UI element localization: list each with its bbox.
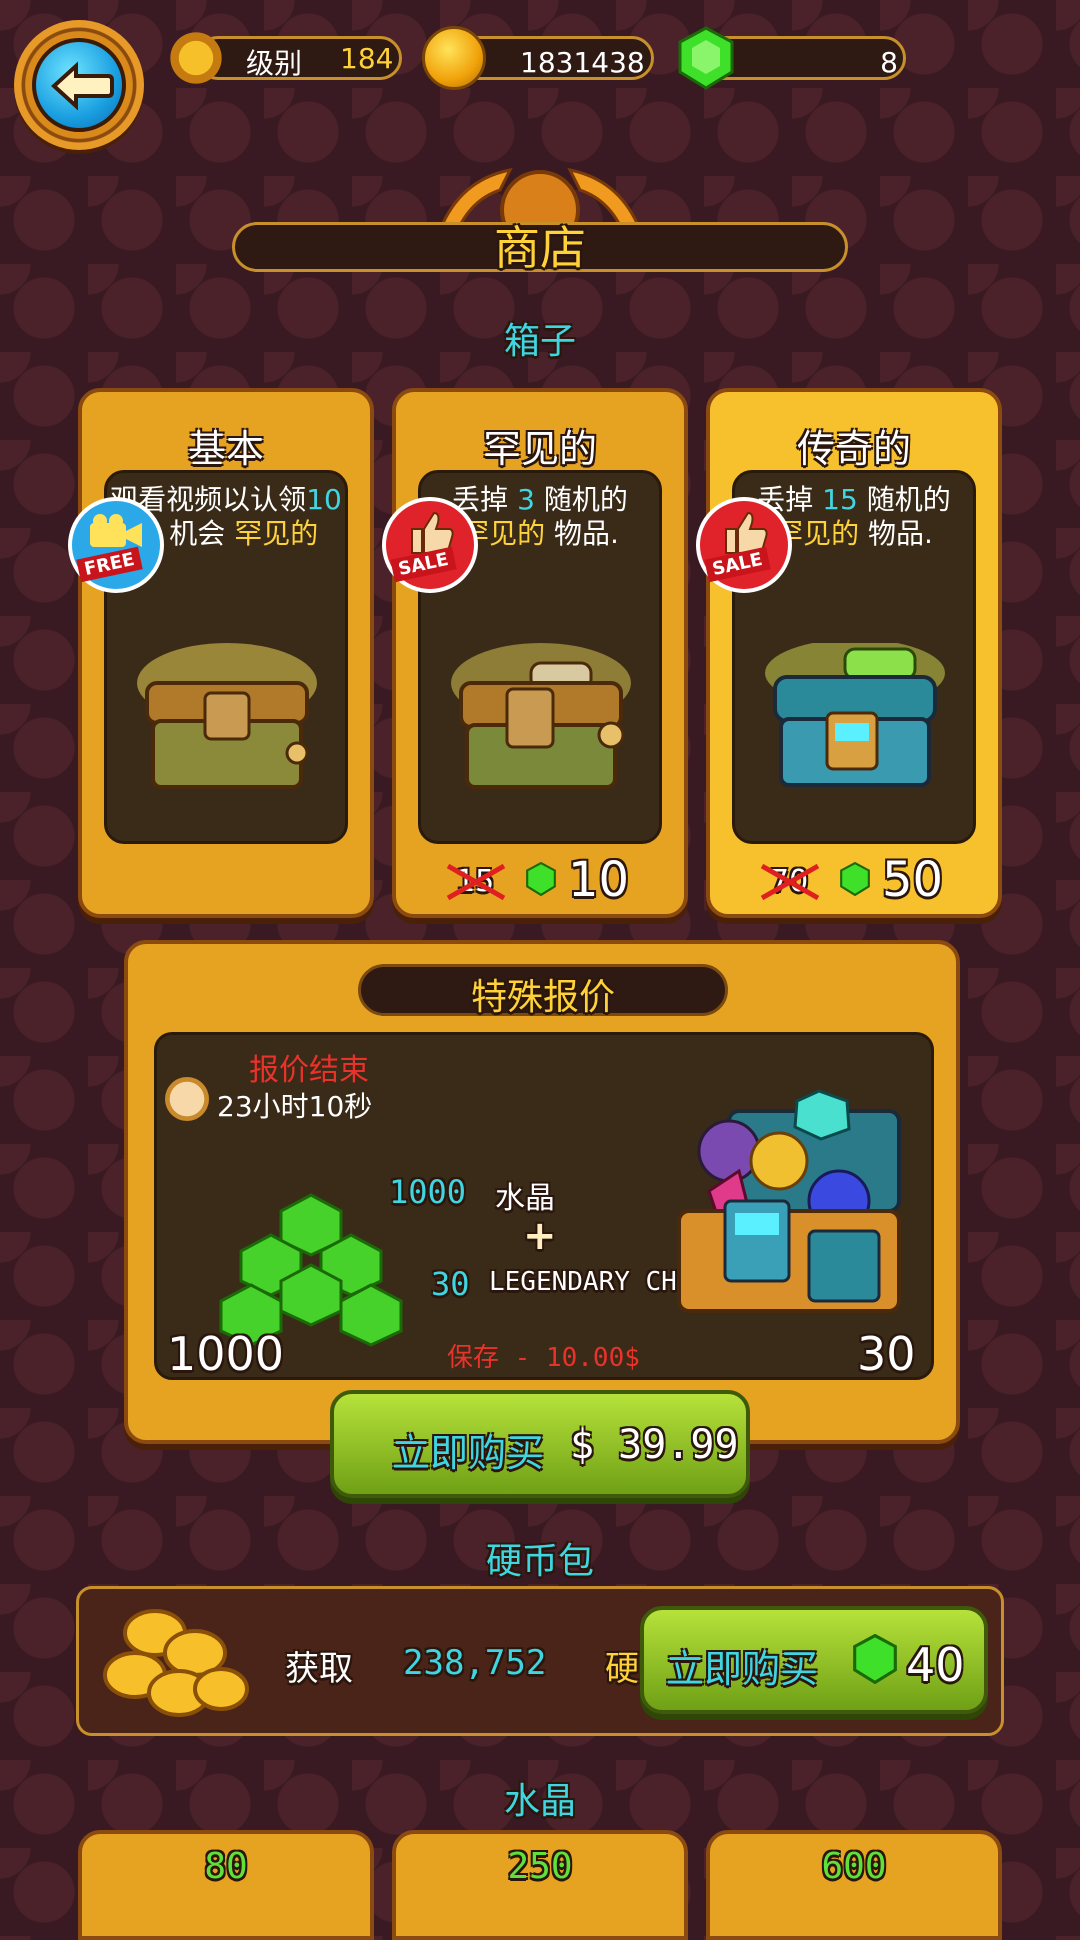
free-badge: FREE bbox=[68, 497, 164, 593]
rare-chest-icon bbox=[441, 643, 641, 793]
offer-content: 报价结束 23小时10秒 1000 1000 水晶 + 30 LEGENDARY… bbox=[154, 1032, 934, 1381]
special-offer-panel: 特殊报价 报价结束 23小时10秒 1000 1000 水晶 + 30 LEGE… bbox=[124, 940, 960, 1444]
buy-price: $ 39.99 bbox=[570, 1422, 739, 1468]
crystal-section-label: 水晶 bbox=[503, 1781, 576, 1822]
buy-label: 立即购买 bbox=[666, 1647, 819, 1691]
coin-amount: 238,752 bbox=[403, 1643, 547, 1683]
gear-icon bbox=[166, 28, 226, 88]
save-label: 保存 - 10.00$ bbox=[447, 1343, 640, 1373]
chests-section-label: 箱子 bbox=[503, 321, 576, 362]
gem-price: 40 bbox=[906, 1638, 965, 1692]
page-title: 商店 bbox=[494, 221, 586, 275]
sale-badge: SALE bbox=[696, 497, 792, 593]
sale-badge: SALE bbox=[382, 497, 478, 593]
gem-price-icon bbox=[838, 861, 872, 900]
gem-icon bbox=[674, 26, 738, 90]
level-label: 级别 bbox=[246, 47, 303, 80]
coin-value: 1831438 bbox=[520, 46, 645, 79]
gem-icon bbox=[850, 1633, 900, 1688]
gem-price-icon bbox=[524, 861, 558, 900]
crystal-amount: 1000 bbox=[389, 1173, 467, 1211]
new-price: 50 bbox=[882, 852, 944, 908]
basic-chest-icon bbox=[127, 643, 327, 793]
crystal-pack-card[interactable]: 250 bbox=[392, 1830, 688, 1940]
chest-count: 30 bbox=[857, 1327, 916, 1381]
coin-icon bbox=[422, 26, 486, 90]
crystal-pack-card[interactable]: 80 bbox=[78, 1830, 374, 1940]
get-label: 获取 bbox=[285, 1649, 353, 1689]
card-title: 传奇的 bbox=[796, 427, 911, 471]
crystal-count: 1000 bbox=[167, 1327, 285, 1381]
offer-buy-button[interactable]: 立即购买 $ 39.99 bbox=[330, 1390, 750, 1498]
chest-card-rare[interactable]: 罕见的 丢掉 3 随机的 罕见的 物品. SALE 15 10 bbox=[382, 388, 688, 918]
strike-icon bbox=[446, 862, 506, 902]
card-title: 基本 bbox=[187, 427, 264, 471]
chest-card-basic[interactable]: 基本 观看视频以认领10 % 机会 罕见的 FREE bbox=[68, 388, 374, 918]
offer-title: 特殊报价 bbox=[470, 977, 615, 1018]
legendary-chest-treasure-icon bbox=[669, 1081, 919, 1335]
crystal-label: 水晶 bbox=[495, 1181, 555, 1216]
offer-timer: 23小时10秒 bbox=[217, 1090, 373, 1123]
clock-icon bbox=[165, 1077, 209, 1121]
legendary-chest-icon bbox=[755, 639, 955, 793]
card-title: 罕见的 bbox=[482, 427, 597, 471]
coin-buy-button[interactable]: 立即购买 40 bbox=[640, 1606, 988, 1714]
level-value: 184 bbox=[340, 42, 394, 75]
strike-icon bbox=[760, 862, 820, 902]
chest-card-legendary[interactable]: 传奇的 丢掉 15 随机的 罕见的 物品. SALE 70 50 bbox=[696, 388, 1002, 918]
coin-section-label: 硬币包 bbox=[485, 1541, 594, 1582]
offer-ends-label: 报价结束 bbox=[249, 1053, 369, 1088]
chest-amount: 30 bbox=[431, 1265, 470, 1303]
coin-unit: 硬 bbox=[605, 1649, 639, 1689]
buy-label: 立即购买 bbox=[392, 1431, 545, 1475]
coin-pile-icon bbox=[95, 1603, 255, 1727]
back-arrow-icon bbox=[51, 61, 114, 111]
back-button[interactable] bbox=[14, 20, 144, 150]
crystal-pack-card[interactable]: 600 bbox=[706, 1830, 1002, 1940]
new-price: 10 bbox=[568, 852, 630, 908]
gem-value: 8 bbox=[880, 46, 898, 79]
plus-icon: + bbox=[523, 1213, 557, 1259]
